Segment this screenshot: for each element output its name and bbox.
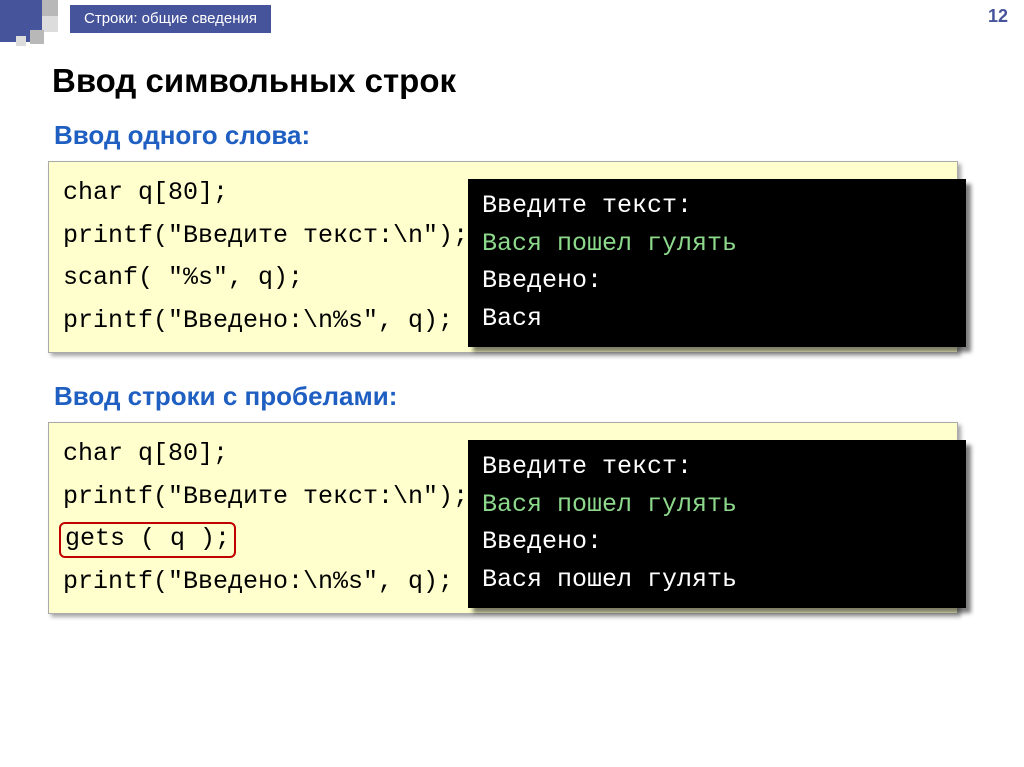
console-line: Введите текст:: [482, 448, 952, 486]
console-input-line: Вася пошел гулять: [482, 225, 952, 263]
console-line: Вася пошел гулять: [482, 561, 952, 599]
console-line: Введите текст:: [482, 187, 952, 225]
section-subtitle: Ввод одного слова:: [54, 120, 974, 151]
breadcrumb: Строки: общие сведения: [70, 5, 271, 33]
slide-content: Ввод символьных строк Ввод одного слова:…: [0, 62, 1024, 642]
decor-square: [16, 36, 26, 46]
page-title: Ввод символьных строк: [52, 62, 974, 100]
console-output: Введите текст: Вася пошел гулять Введено…: [468, 440, 966, 608]
console-input-line: Вася пошел гулять: [482, 486, 952, 524]
highlight-box: gets ( q );: [59, 522, 236, 558]
section-subtitle: Ввод строки с пробелами:: [54, 381, 974, 412]
page-number: 12: [988, 6, 1008, 27]
decor-square: [42, 0, 58, 16]
console-line: Вася: [482, 300, 952, 338]
console-output: Введите текст: Вася пошел гулять Введено…: [468, 179, 966, 347]
decor-square: [42, 16, 58, 32]
console-line: Введено:: [482, 262, 952, 300]
console-line: Введено:: [482, 523, 952, 561]
decor-square: [30, 30, 44, 44]
example-block: char q[80]; printf("Введите текст:\n"); …: [48, 161, 974, 353]
example-block: char q[80]; printf("Введите текст:\n"); …: [48, 422, 974, 614]
